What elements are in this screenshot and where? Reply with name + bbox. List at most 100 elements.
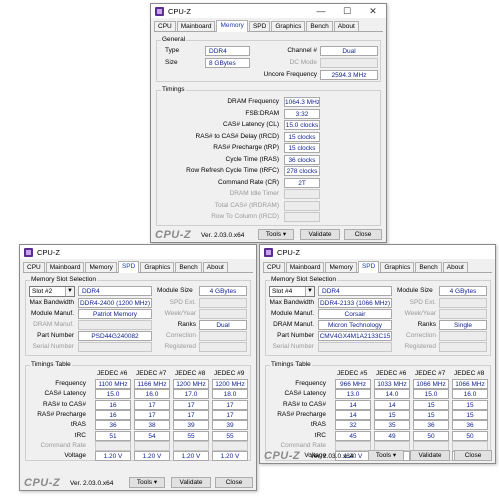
- timings-table-group: Timings Table JEDEC #6 JEDEC #7 JEDEC #8 JED…: [25, 361, 251, 462]
- timing-value: [284, 200, 320, 211]
- timings-cell: 51: [95, 430, 131, 441]
- tab-cpu[interactable]: CPU: [154, 21, 176, 31]
- footer-bar: CPU-Z Ver. 2.03.0.x64 Tools ▾ Validate C…: [151, 228, 386, 242]
- ranks-label: Ranks: [177, 321, 196, 328]
- timings-cell: 55: [212, 430, 248, 441]
- timings-cell: 13.0: [335, 389, 371, 400]
- uncore-label: Uncore Frequency: [263, 71, 317, 78]
- tab-about[interactable]: About: [202, 262, 228, 272]
- tab-spd[interactable]: SPD: [248, 21, 271, 31]
- tab-bench[interactable]: Bench: [415, 262, 442, 272]
- tab-about[interactable]: About: [333, 21, 359, 31]
- timing-value: 3:32: [284, 108, 320, 119]
- tab-mainboard[interactable]: Mainboard: [176, 21, 216, 31]
- timings-cell: 1.20 V: [173, 451, 209, 462]
- tab-cpu[interactable]: CPU: [23, 262, 45, 272]
- registered-value: [199, 342, 247, 352]
- tab-mainboard[interactable]: Mainboard: [45, 262, 85, 272]
- footer-bar: CPU-Z Ver. 2.03.0.x64 Tools ▾ Validate C…: [260, 449, 495, 463]
- timing-value: 15 clocks: [284, 143, 320, 153]
- memory-type-value: DDR4: [78, 286, 152, 296]
- slot-selection-label: Memory Slot Selection: [30, 276, 98, 283]
- week-year-label: Week/Year: [404, 310, 436, 317]
- registered-label: Registered: [164, 343, 196, 350]
- tab-about[interactable]: About: [442, 262, 468, 272]
- validate-button[interactable]: Validate: [171, 477, 211, 488]
- timing-label: DRAM Idle Timer: [229, 190, 279, 197]
- timings-row-label: Frequency: [55, 380, 86, 387]
- module-manuf-value: Corsair: [318, 309, 392, 319]
- minimize-button[interactable]: —: [308, 4, 334, 18]
- timing-label: RAS# to CAS# Delay (tRCD): [195, 132, 279, 140]
- slot-selection-group: Memory Slot Selection Slot #2 ▼ DDR4 Module …: [25, 276, 251, 356]
- timings-cell: 16.0: [452, 389, 488, 400]
- timing-value: 2T: [284, 177, 320, 188]
- timings-cell: 17: [212, 409, 248, 420]
- timings-row-label: CAS# Latency: [284, 390, 326, 398]
- slot-select[interactable]: Slot #4 ▼: [269, 286, 315, 297]
- timings-cell: 15: [413, 409, 449, 420]
- timings-cell: 50: [413, 430, 449, 441]
- timings-cell: 39: [212, 420, 248, 431]
- close-button[interactable]: Close: [454, 450, 492, 461]
- timing-label: CAS# Latency (CL): [223, 121, 279, 128]
- tools-button[interactable]: Tools ▾: [258, 229, 294, 240]
- close-window-button[interactable]: ✕: [360, 4, 386, 18]
- slot-select-value: Slot #4: [272, 288, 293, 295]
- timings-row-label: RAS# to CAS#: [43, 400, 86, 408]
- module-size-value: 4 GBytes: [199, 286, 247, 296]
- validate-button[interactable]: Validate: [410, 450, 450, 461]
- jedec-column-header: JEDEC #5: [337, 370, 368, 377]
- tab-memory[interactable]: Memory: [216, 20, 248, 32]
- slot-selection-group: Memory Slot Selection Slot #4 ▼ DDR4 Module …: [265, 276, 491, 356]
- part-value: CMV4GX4M1A2133C15: [318, 331, 392, 341]
- tab-graphics[interactable]: Graphics: [140, 262, 175, 272]
- timings-cell: 1.20 V: [95, 451, 131, 462]
- tab-bench[interactable]: Bench: [175, 262, 202, 272]
- tab-memory[interactable]: Memory: [85, 262, 117, 272]
- close-button[interactable]: Close: [344, 229, 382, 240]
- timings-table-group: Timings Table JEDEC #5 JEDEC #6 JEDEC #7 JED…: [265, 361, 491, 462]
- tools-button[interactable]: Tools ▾: [129, 477, 165, 488]
- timings-table-label: Timings Table: [270, 361, 312, 368]
- timings-cell: 17.0: [173, 389, 209, 400]
- slot-selection-label: Memory Slot Selection: [270, 276, 338, 283]
- close-button[interactable]: Close: [215, 477, 253, 488]
- size-label: Size: [165, 59, 178, 66]
- slot-select[interactable]: Slot #2 ▼: [29, 286, 75, 297]
- module-size-value: 4 GBytes: [439, 286, 487, 296]
- tab-mainboard[interactable]: Mainboard: [285, 262, 325, 272]
- correction-value: [199, 331, 247, 341]
- tab-bench[interactable]: Bench: [306, 21, 333, 31]
- cpuz-spd-window-1: CPU-Z CPU Mainboard Memory SPD Graphics …: [19, 244, 257, 491]
- module-size-label: Module Size: [157, 287, 193, 294]
- validate-button[interactable]: Validate: [300, 229, 340, 240]
- maximize-button[interactable]: ☐: [334, 4, 360, 18]
- timings-cell: 1066 MHz: [452, 379, 488, 389]
- max-bw-value: DDR4-2133 (1066 MHz): [318, 298, 392, 308]
- type-value: DDR4: [205, 46, 250, 56]
- tab-memory[interactable]: Memory: [325, 262, 357, 272]
- serial-value: [78, 342, 152, 352]
- chevron-down-icon: ▼: [65, 287, 74, 296]
- cpuz-app-icon: [24, 247, 33, 257]
- tools-button[interactable]: Tools ▾: [368, 450, 404, 461]
- jedec-column-header: JEDEC #9: [214, 370, 245, 377]
- ranks-value: Single: [439, 320, 487, 330]
- tab-spd[interactable]: SPD: [117, 261, 140, 273]
- tab-spd[interactable]: SPD: [357, 261, 380, 273]
- timings-row-label: CAS# Latency: [44, 390, 86, 398]
- tab-graphics[interactable]: Graphics: [380, 262, 415, 272]
- timings-group: Timings DRAM Frequency 1064.3 MHz FSB:DRAM…: [156, 86, 381, 226]
- timings-cell: 1166 MHz: [134, 379, 170, 389]
- tab-graphics[interactable]: Graphics: [271, 21, 306, 31]
- timings-cell: 14: [335, 409, 371, 420]
- tools-label: Tools: [375, 452, 392, 459]
- timings-cell: 18.0: [212, 389, 248, 400]
- spd-ext-value: [439, 298, 487, 308]
- timings-cell: 16: [95, 409, 131, 420]
- timings-row-label: tRAS: [310, 421, 326, 429]
- title-bar: CPU-Z: [260, 245, 495, 259]
- tab-cpu[interactable]: CPU: [263, 262, 285, 272]
- timings-cell: 16.0: [134, 389, 170, 400]
